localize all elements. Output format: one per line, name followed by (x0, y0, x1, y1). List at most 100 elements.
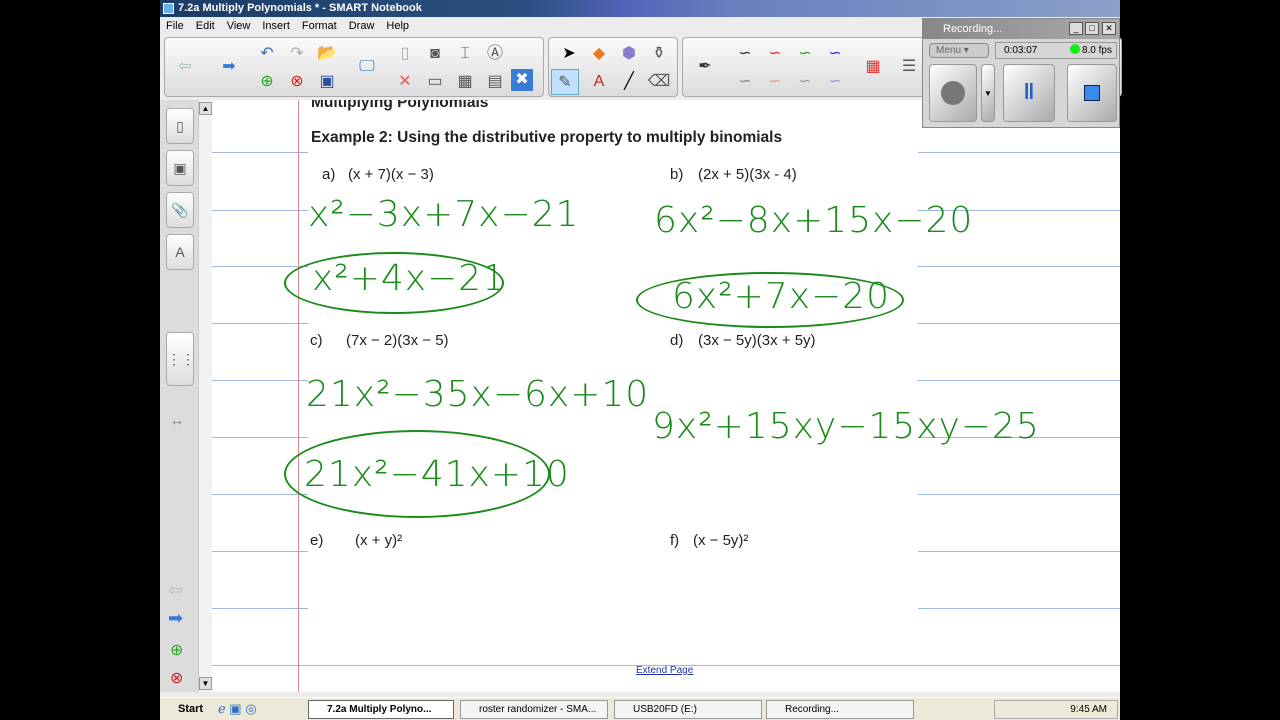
line-icon[interactable]: ╱ (615, 69, 643, 95)
toolbar-group-tools: ➤ ◆ ⬢ ⚱ ✎ A ╱ ⌫ (548, 37, 678, 97)
sidebar-drag-handle-icon[interactable]: ⋮⋮ (166, 332, 195, 386)
full-screen-icon[interactable]: ✖ (511, 69, 533, 91)
undo-icon[interactable]: ↶ (253, 41, 281, 67)
frame-rate: 8.0 fps (1081, 45, 1112, 56)
status-indicator-icon (1069, 44, 1080, 54)
stop-button[interactable] (1067, 64, 1117, 122)
ink-work-c: 21x²−35x−6x+10 (306, 374, 650, 415)
handwriting-icon[interactable]: Ⓐ (481, 41, 509, 67)
table-icon[interactable]: ▦ (451, 69, 479, 95)
recorder-menu-dropdown[interactable]: Menu ▾ (929, 43, 989, 58)
previous-page-icon[interactable]: ⇦ (171, 54, 199, 80)
start-button[interactable]: Start (162, 700, 208, 719)
vertical-scrollbar[interactable]: ▲ ▼ (198, 100, 212, 692)
pen-blue-icon[interactable]: ∽ (821, 41, 849, 67)
paste-icon[interactable]: ▯ (391, 41, 419, 67)
minimize-icon[interactable]: _ (1069, 22, 1083, 35)
window-title: 7.2a Multiply Polynomials * - SMART Note… (178, 2, 422, 14)
pen-thin-blue-icon[interactable]: ∽ (821, 69, 849, 95)
title-bar: 7.2a Multiply Polynomials * - SMART Note… (160, 0, 1120, 17)
recorder-title-bar: Recording... _ □ ✕ (923, 19, 1119, 39)
system-tray: 9:45 AM (994, 700, 1118, 719)
pen-green-icon[interactable]: ∽ (791, 41, 819, 67)
problem-c-label: c) (310, 332, 323, 349)
delete-page-icon[interactable]: ⊗ (283, 69, 311, 95)
problem-f-label: f) (670, 532, 680, 549)
menu-view[interactable]: View (227, 20, 251, 32)
pen-thin-black-icon[interactable]: ∽ (731, 69, 759, 95)
screen-shade-icon[interactable]: ▭ (421, 69, 449, 95)
taskbar-item-notebook[interactable]: 7.2a Multiply Polyno... (308, 700, 454, 719)
extend-page-link[interactable]: Extend Page (636, 665, 693, 676)
record-options-button[interactable]: ▼ (981, 64, 995, 122)
color-palette-icon[interactable]: ▦ (859, 54, 887, 80)
menu-insert[interactable]: Insert (262, 20, 290, 32)
previous-page-icon[interactable]: ⇦ (168, 580, 183, 601)
quick-launch-icons[interactable]: ℯ ▣ ◎ (218, 701, 257, 717)
page-sorter-icon[interactable]: ▯ (166, 108, 194, 144)
redo-icon[interactable]: ↷ (283, 41, 311, 67)
taskbar: Start ℯ ▣ ◎ 7.2a Multiply Polyno... rost… (160, 697, 1120, 720)
next-page-icon[interactable]: ➡ (168, 608, 183, 629)
pen-type-icon[interactable]: ✒ (691, 54, 719, 80)
recording-time: 0:03:07 (1004, 45, 1038, 56)
stop-icon (1084, 85, 1100, 101)
problem-b: (2x + 5)(3x - 4) (698, 166, 797, 183)
maximize-icon[interactable]: □ (1085, 22, 1099, 35)
shapes-icon[interactable]: ◆ (585, 41, 613, 67)
select-icon[interactable]: ➤ (555, 41, 583, 67)
delete-icon[interactable]: ✕ (391, 69, 419, 95)
problem-d: (3x − 5y)(3x + 5y) (698, 332, 816, 349)
notebook-page[interactable]: Multiplying Polynomials Example 2: Using… (212, 100, 1120, 692)
margin-line (298, 100, 299, 692)
close-icon[interactable]: ✕ (1102, 22, 1116, 35)
app-icon (163, 3, 174, 14)
pen-black-icon[interactable]: ∽ (731, 41, 759, 67)
problem-a: (x + 7)(x − 3) (348, 166, 434, 183)
menu-edit[interactable]: Edit (196, 20, 215, 32)
next-page-icon[interactable]: ➡ (215, 54, 243, 80)
pen-thin-gray-icon[interactable]: ∽ (791, 69, 819, 95)
add-page-icon[interactable]: ⊕ (170, 640, 183, 660)
taskbar-item-usb[interactable]: USB20FD (E:) (614, 700, 762, 719)
problem-c: (7x − 2)(3x − 5) (346, 332, 449, 349)
recorder-status: 0:03:07 8.0 fps (995, 42, 1117, 59)
pause-icon: ‖ (1023, 79, 1035, 104)
add-page-icon[interactable]: ⊕ (253, 69, 281, 95)
side-tabs: ▯ ▣ 📎 A ⋮⋮ ↔ ⇦ ➡ ⊕ ⊗ (160, 100, 198, 692)
open-icon[interactable]: 📂 (313, 41, 341, 67)
attachments-icon[interactable]: 📎 (166, 192, 194, 228)
taskbar-item-recording[interactable]: Recording... (766, 700, 914, 719)
text-icon[interactable]: A (585, 69, 613, 95)
problem-a-label: a) (322, 166, 336, 183)
page-heading: Multiplying Polynomials (311, 100, 489, 111)
fill-icon[interactable]: ⚱ (645, 41, 673, 67)
properties-icon[interactable]: A (166, 234, 194, 270)
pen-red-icon[interactable]: ∽ (761, 41, 789, 67)
screen-capture-icon[interactable]: ◙ (421, 41, 449, 67)
document-camera-icon[interactable]: ⌶ (451, 41, 479, 67)
menu-file[interactable]: File (166, 20, 184, 32)
save-icon[interactable]: ▣ (313, 69, 341, 95)
delete-page-icon[interactable]: ⊗ (170, 668, 183, 688)
record-button[interactable] (929, 64, 977, 122)
scroll-up-icon[interactable]: ▲ (199, 102, 212, 115)
gallery-icon[interactable]: ▣ (166, 150, 194, 186)
pen-thin-red-icon[interactable]: ∽ (761, 69, 789, 95)
display-icon[interactable]: 🖵 (353, 54, 381, 80)
menu-draw[interactable]: Draw (349, 20, 375, 32)
regular-polygon-icon[interactable]: ⬢ (615, 41, 643, 67)
move-sidebar-icon[interactable]: ↔ (170, 412, 184, 428)
clock: 9:45 AM (1070, 704, 1107, 715)
menu-format[interactable]: Format (302, 20, 337, 32)
menu-help[interactable]: Help (386, 20, 409, 32)
toolbar-group-main: ⇦ ➡ ↶ ↷ 📂 ⊕ ⊗ ▣ 🖵 ▯ ◙ ⌶ Ⓐ ✕ ▭ ▦ ▤ ✖ (164, 37, 544, 97)
line-style-icon[interactable]: ☰ (895, 54, 923, 80)
pens-icon[interactable]: ✎ (551, 69, 579, 95)
eraser-icon[interactable]: ⌫ (645, 69, 673, 95)
pause-button[interactable]: ‖ (1003, 64, 1055, 122)
recorder-window: Recording... _ □ ✕ Menu ▾ 0:03:07 8.0 fps ▼… (922, 18, 1120, 128)
scroll-down-icon[interactable]: ▼ (199, 677, 212, 690)
taskbar-item-roster[interactable]: roster randomizer - SMA... (460, 700, 608, 719)
recorder-icon[interactable]: ▤ (481, 69, 509, 95)
